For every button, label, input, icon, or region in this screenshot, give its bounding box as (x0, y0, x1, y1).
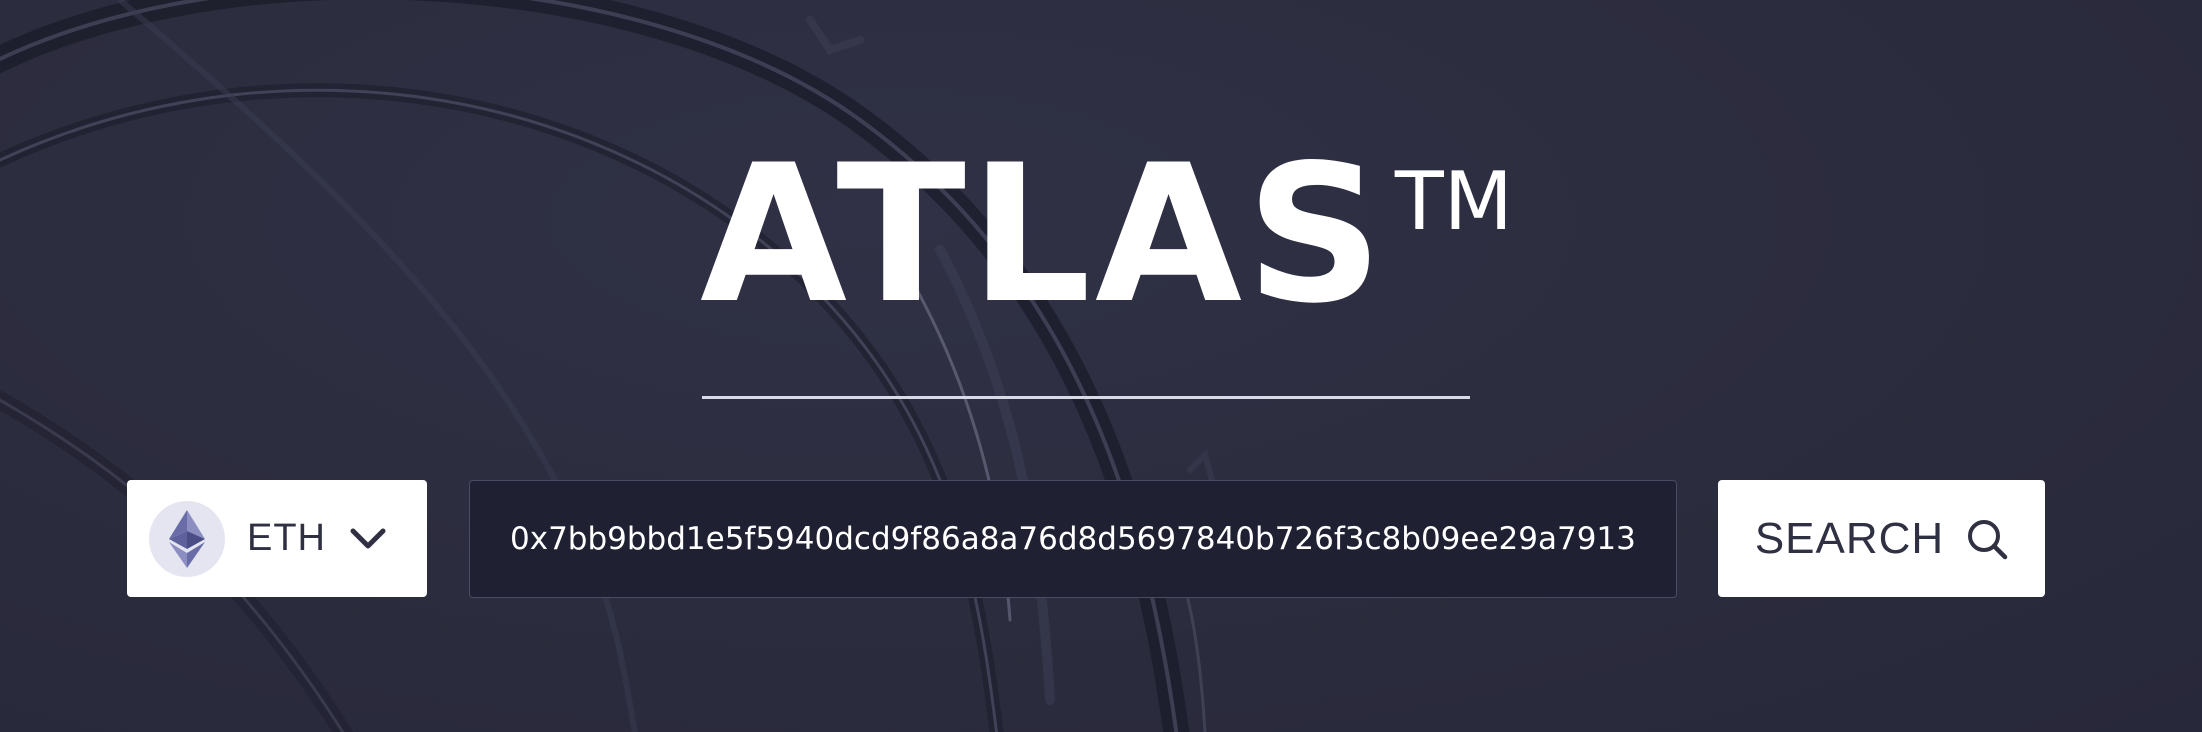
brand-name: ATLAS (700, 124, 1387, 345)
search-button[interactable]: SEARCH (1718, 480, 2045, 597)
address-search-input[interactable] (469, 480, 1677, 598)
selected-chain-label: ETH (247, 517, 326, 559)
search-icon (1966, 518, 2008, 560)
title-divider (702, 396, 1470, 399)
background-artwork (0, 0, 1215, 732)
ethereum-icon (149, 500, 225, 577)
search-button-label: SEARCH (1754, 513, 1945, 563)
brand-logo: ATLAS TM (700, 124, 1513, 345)
chain-selector-dropdown[interactable]: ETH (127, 480, 427, 597)
atlas-landing-page: ATLAS TM ETH SEARCH (0, 0, 2202, 732)
chevron-down-icon (350, 528, 386, 550)
trademark-symbol: TM (1394, 155, 1513, 248)
